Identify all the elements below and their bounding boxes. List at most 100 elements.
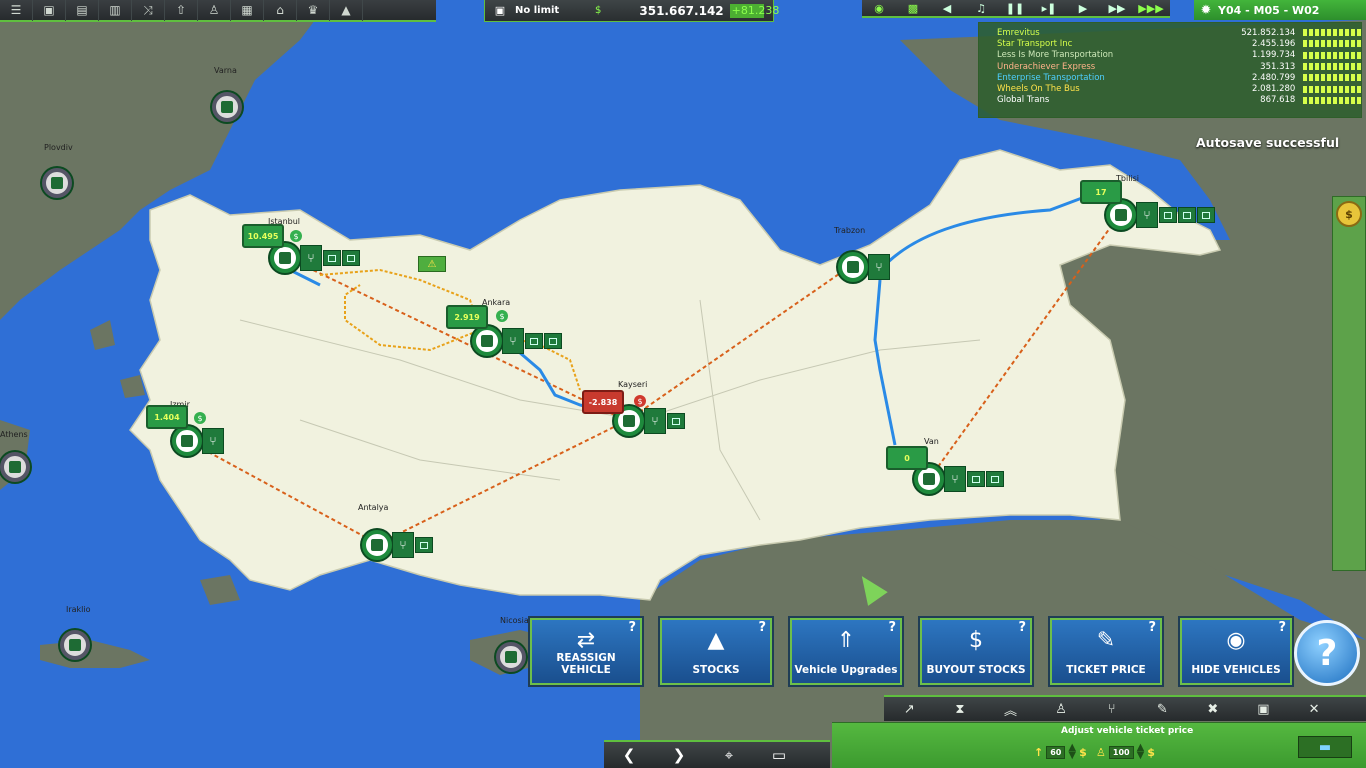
leaderboard-row[interactable]: Enterprise Transportation 2.480.799 xyxy=(997,72,1361,83)
airport-icon[interactable] xyxy=(838,252,868,282)
leaderboard-row[interactable]: Wheels On The Bus 2.081.280 xyxy=(997,83,1361,94)
next-arrow-icon[interactable]: ❯ xyxy=(654,746,704,764)
price-b-stepper-icon[interactable]: ▲ ▼ xyxy=(1137,743,1145,761)
map-icon[interactable]: ▩ xyxy=(896,0,930,17)
vehicle-istanbul[interactable]: 10.495 xyxy=(242,224,284,248)
city-node-tbilisi[interactable]: ⑂ xyxy=(1106,200,1215,230)
airport-icon[interactable] xyxy=(42,168,72,198)
chart-icon[interactable]: ▲ xyxy=(330,0,363,21)
route-branch-icon[interactable]: ⑂ xyxy=(644,408,666,434)
branch-icon[interactable]: ⑂ xyxy=(1086,702,1137,717)
side-panel[interactable]: $ xyxy=(1332,196,1366,571)
leaderboard-row[interactable]: Global Trans 867.618 xyxy=(997,95,1361,106)
location-pin-icon[interactable]: ⌖ xyxy=(704,746,754,764)
vehicle-van[interactable]: 0 xyxy=(886,446,928,470)
route-branch-icon[interactable]: ⑂ xyxy=(392,532,414,558)
reassign-vehicle-button[interactable]: ? ⇄ REASSIGN VEHICLE xyxy=(530,618,642,685)
leaderboard-row[interactable]: Less Is More Transportation 1.199.734 xyxy=(997,50,1361,61)
fastest-forward-icon[interactable]: ▶▶▶ xyxy=(1134,0,1168,17)
station-icon[interactable] xyxy=(472,326,502,356)
music-icon[interactable]: ♫ xyxy=(964,0,998,17)
city-node-nicosia[interactable] xyxy=(496,642,526,672)
route-branch-icon[interactable]: ⑂ xyxy=(202,428,224,454)
wrench-icon[interactable]: ✎ xyxy=(1137,702,1188,717)
city-node-plovdiv[interactable] xyxy=(42,168,72,198)
depot-slot-icon[interactable] xyxy=(415,537,433,553)
city-node-istanbul[interactable]: ⑂ xyxy=(270,243,360,273)
city-node-iraklio[interactable] xyxy=(60,630,90,660)
vehicle-ankara[interactable]: 2.919 xyxy=(446,305,488,329)
help-globe-button[interactable]: ? xyxy=(1294,620,1360,686)
trash-icon[interactable]: ✖ xyxy=(1188,702,1239,717)
tools-icon[interactable]: ✕ xyxy=(1289,702,1340,717)
pause-icon[interactable]: ❚❚ xyxy=(998,0,1032,17)
city-node-athens[interactable] xyxy=(0,452,30,482)
route-branch-icon[interactable]: ⑂ xyxy=(1136,202,1158,228)
leaderboard-row[interactable]: Emrevitus 521.852.134 xyxy=(997,27,1361,38)
station-icon[interactable] xyxy=(212,92,242,122)
vehicle-izmir[interactable]: 1.404 xyxy=(146,405,188,429)
city-node-trabzon[interactable]: ⑂ xyxy=(838,252,890,282)
calendar-icon[interactable]: ▦ xyxy=(231,0,264,21)
station-icon[interactable] xyxy=(1106,200,1136,230)
ticket-bus-icon[interactable]: ▬ xyxy=(1298,736,1352,758)
prev-arrow-icon[interactable]: ❮ xyxy=(604,746,654,764)
price-a-stepper-icon[interactable]: ▲ ▼ xyxy=(1068,743,1076,761)
trophy-icon[interactable]: ♛ xyxy=(297,0,330,21)
city-node-varna[interactable] xyxy=(212,92,242,122)
city-node-kayseri[interactable]: ⑂ xyxy=(614,406,685,436)
station-icon[interactable] xyxy=(0,452,30,482)
warning-icon[interactable]: ⚠ xyxy=(418,256,446,272)
city-node-izmir[interactable]: ⑂ xyxy=(172,426,224,456)
route-branch-icon[interactable]: ⑂ xyxy=(502,328,524,354)
route-branch-icon[interactable]: ⑂ xyxy=(300,245,322,271)
sound-icon[interactable]: ◀ xyxy=(930,0,964,17)
hourglass-icon[interactable]: ⧗ xyxy=(935,702,986,717)
upgrade-chevrons-icon[interactable]: ︽ xyxy=(985,700,1036,719)
depot-slot-icon[interactable] xyxy=(525,333,543,349)
folder-icon[interactable]: ▭ xyxy=(754,746,804,764)
station-icon[interactable] xyxy=(172,426,202,456)
staff-icon[interactable]: ♙ xyxy=(1036,702,1087,717)
coin-icon[interactable]: $ xyxy=(1336,201,1362,227)
gear-icon[interactable]: ✹ xyxy=(1194,3,1218,18)
leaderboard-row[interactable]: Star Transport Inc 2.455.196 xyxy=(997,38,1361,49)
city-node-antalya[interactable]: ⑂ xyxy=(362,530,433,560)
depot-slot-icon[interactable] xyxy=(967,471,985,487)
vehicle-upgrades-button[interactable]: ? ⇑ Vehicle Upgrades xyxy=(790,618,902,685)
play-icon[interactable]: ▶ xyxy=(1066,0,1100,17)
depot-slot-icon[interactable] xyxy=(1159,207,1177,223)
route-branch-icon[interactable]: ⑂ xyxy=(944,466,966,492)
depot-slot-icon[interactable] xyxy=(667,413,685,429)
depot-slot-icon[interactable] xyxy=(323,250,341,266)
vehicle-tbilisi[interactable]: 17 xyxy=(1080,180,1122,204)
city-node-ankara[interactable]: ⑂ xyxy=(472,326,562,356)
list-icon[interactable]: ▤ xyxy=(66,0,99,21)
depot-slot-icon[interactable] xyxy=(1197,207,1215,223)
person-icon[interactable]: ♙ xyxy=(198,0,231,21)
upgrade-icon[interactable]: ⇧ xyxy=(165,0,198,21)
route-arrow-icon[interactable]: ↗ xyxy=(884,702,935,717)
eye-icon[interactable]: ◉ xyxy=(862,0,896,17)
menu-icon[interactable]: ☰ xyxy=(0,0,33,21)
airport-icon[interactable] xyxy=(362,530,392,560)
depot-slot-icon[interactable] xyxy=(1178,207,1196,223)
depot-slot-icon[interactable] xyxy=(544,333,562,349)
depot-slot-icon[interactable] xyxy=(986,471,1004,487)
train-icon[interactable]: ▥ xyxy=(99,0,132,21)
leaderboard-row[interactable]: Underachiever Express 351.313 xyxy=(997,61,1361,72)
stocks-button[interactable]: ? ▲ STOCKS xyxy=(660,618,772,685)
vehicle-kayseri[interactable]: -2.838 xyxy=(582,390,624,414)
route-branch-icon[interactable]: ⑂ xyxy=(868,254,890,280)
ticket-price-button[interactable]: ? ✎ TICKET PRICE xyxy=(1050,618,1162,685)
step-icon[interactable]: ▸❚ xyxy=(1032,0,1066,17)
route-icon[interactable]: ⤨ xyxy=(132,0,165,21)
hide-vehicles-button[interactable]: ? ◉ HIDE VEHICLES xyxy=(1180,618,1292,685)
depot-icon[interactable]: ▣ xyxy=(1238,702,1289,717)
depot-slot-icon[interactable] xyxy=(342,250,360,266)
bus-icon[interactable]: ▣ xyxy=(33,0,66,21)
bank-icon[interactable]: ⌂ xyxy=(264,0,297,21)
fast-forward-icon[interactable]: ▶▶ xyxy=(1100,0,1134,17)
airport-icon[interactable] xyxy=(60,630,90,660)
buyout-stocks-button[interactable]: ? $ BUYOUT STOCKS xyxy=(920,618,1032,685)
